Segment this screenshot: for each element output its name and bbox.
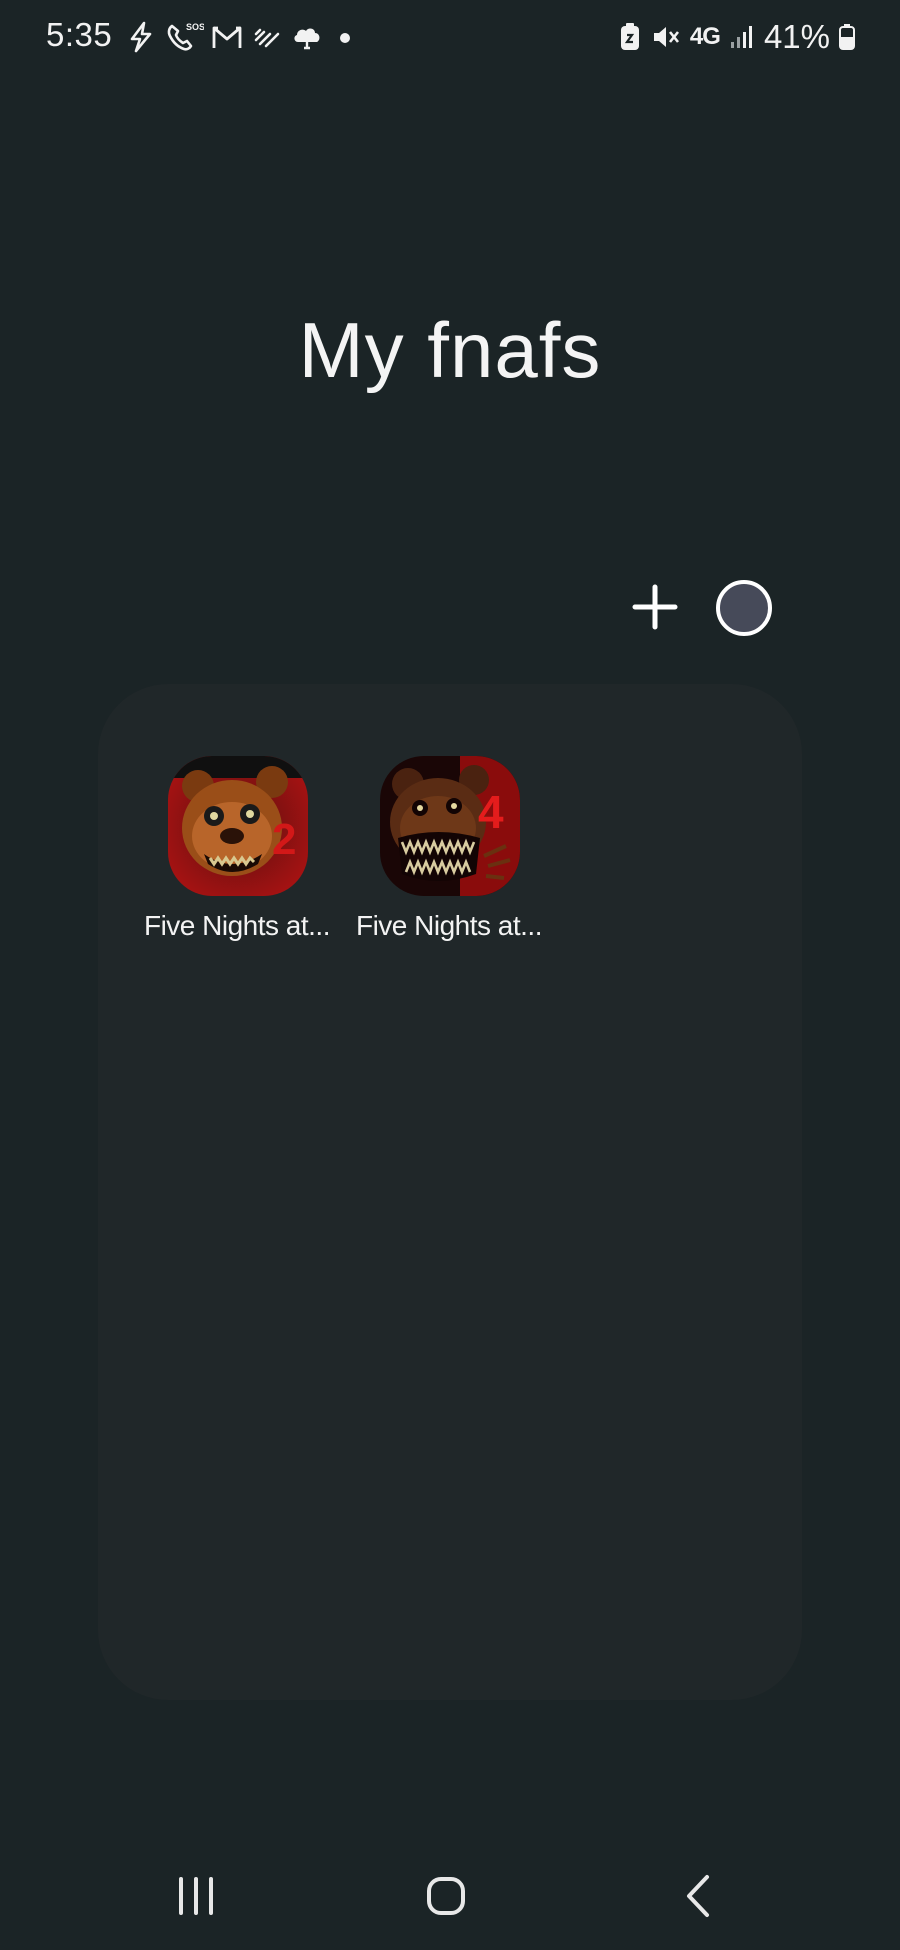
battery-saver-icon — [618, 20, 642, 54]
add-apps-button[interactable] — [630, 582, 680, 632]
home-button[interactable] — [406, 1856, 486, 1936]
status-system-icons: 4G 41% — [618, 16, 856, 58]
navigation-bar — [0, 1856, 900, 1936]
flash-icon — [124, 20, 158, 54]
app-label: Five Nights at... — [143, 910, 331, 941]
recents-button[interactable] — [156, 1856, 236, 1936]
recents-icon — [179, 1877, 213, 1915]
home-icon — [427, 1877, 465, 1915]
home-screen-folder-view: 5:35 SOS 4G 41% My fnafs 2 Five Nights a… — [0, 0, 900, 1950]
app-badge-number: 2 — [272, 815, 296, 864]
folder-color-button[interactable] — [716, 580, 772, 636]
network-4g-icon: 4G — [689, 23, 721, 50]
cloud-app-icon — [290, 20, 326, 54]
folder-title[interactable]: My fnafs — [0, 305, 900, 396]
svg-text:SOS: SOS — [186, 22, 204, 32]
back-icon — [687, 1875, 709, 1917]
notification-dot-icon — [332, 20, 358, 54]
app-item[interactable]: 4 Five Nights at... — [344, 756, 554, 956]
signal-icon — [728, 20, 756, 54]
app-badge-number: 4 — [478, 786, 504, 838]
status-notification-icons: SOS — [124, 18, 358, 56]
back-button[interactable] — [660, 1856, 740, 1936]
battery-percentage: 41% — [763, 18, 830, 55]
plus-icon — [632, 584, 678, 630]
status-time: 5:35 — [46, 16, 113, 53]
app-item[interactable]: 2 Five Nights at... — [132, 756, 342, 956]
gmail-icon — [210, 20, 244, 54]
mute-icon — [650, 20, 682, 54]
fnaf2-app-icon: 2 — [168, 756, 308, 896]
weather-icon — [250, 20, 284, 54]
status-bar: 5:35 SOS 4G 41% — [0, 0, 900, 76]
fnaf4-app-icon: 4 — [380, 756, 520, 896]
wifi-calling-sos-icon: SOS — [164, 20, 204, 54]
battery-icon — [838, 20, 856, 54]
app-label: Five Nights at... — [355, 910, 543, 941]
